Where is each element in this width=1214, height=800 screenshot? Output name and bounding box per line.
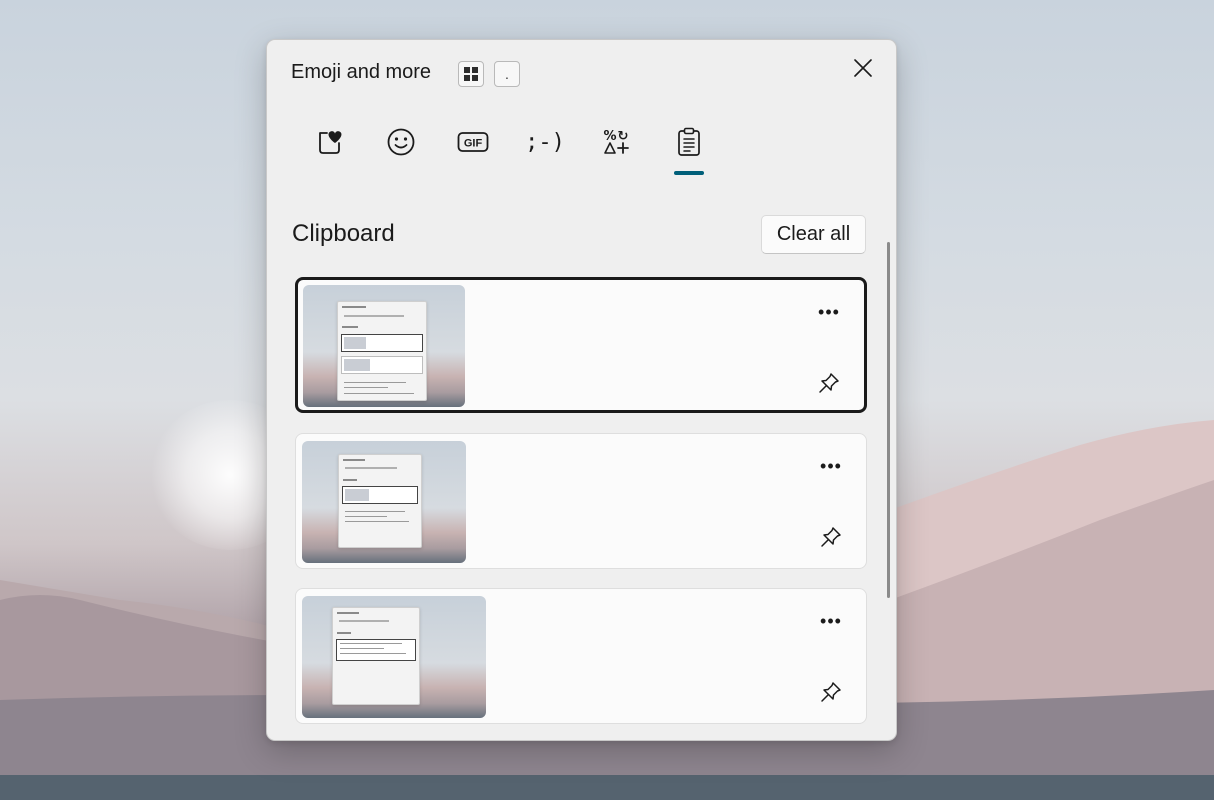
clipboard-item[interactable]: ••• bbox=[295, 277, 867, 413]
pin-icon bbox=[821, 527, 841, 547]
kaomoji-icon: ;-) bbox=[525, 129, 565, 155]
clipboard-item[interactable]: ••• bbox=[295, 433, 867, 569]
symbols-icon: % ↻ bbox=[603, 129, 629, 154]
clipboard-item[interactable]: ••• bbox=[295, 588, 867, 724]
clear-all-button[interactable]: Clear all bbox=[761, 215, 866, 254]
more-options-button[interactable]: ••• bbox=[816, 454, 846, 478]
emoji-panel: Emoji and more . GIF ;-) % ↻ Clipboard C… bbox=[266, 39, 897, 741]
clipboard-title: Clipboard bbox=[292, 220, 395, 247]
svg-text:↻: ↻ bbox=[618, 129, 629, 144]
pin-button[interactable] bbox=[816, 522, 846, 552]
smiley-icon bbox=[387, 128, 415, 156]
clipboard-item-thumbnail bbox=[303, 285, 465, 407]
tab-favorites[interactable] bbox=[303, 118, 355, 166]
scrollbar-thumb[interactable] bbox=[887, 242, 890, 598]
close-button[interactable] bbox=[847, 52, 879, 84]
tab-symbols[interactable]: % ↻ bbox=[591, 118, 643, 166]
more-options-button[interactable]: ••• bbox=[816, 609, 846, 633]
period-key-hint: . bbox=[494, 61, 520, 87]
clipboard-item-thumbnail bbox=[302, 441, 466, 563]
close-icon bbox=[854, 59, 872, 77]
clipboard-list: ••• ••• ••• bbox=[267, 268, 896, 740]
svg-text:%: % bbox=[603, 129, 616, 144]
gif-label: GIF bbox=[464, 138, 483, 150]
pin-button[interactable] bbox=[816, 677, 846, 707]
more-options-button[interactable]: ••• bbox=[814, 300, 844, 324]
pin-icon bbox=[819, 373, 839, 393]
windows-logo-icon bbox=[464, 67, 478, 81]
tab-emoji[interactable] bbox=[375, 118, 427, 166]
tab-gif[interactable]: GIF bbox=[447, 118, 499, 166]
tab-clipboard[interactable] bbox=[663, 118, 715, 166]
windows-key-hint bbox=[458, 61, 484, 87]
active-tab-indicator bbox=[674, 171, 704, 175]
panel-title: Emoji and more bbox=[291, 61, 432, 83]
pin-icon bbox=[821, 682, 841, 702]
gif-icon: GIF bbox=[457, 132, 489, 152]
heart-sticker-icon bbox=[319, 131, 342, 154]
clipboard-item-thumbnail bbox=[302, 596, 486, 718]
tab-kaomoji[interactable]: ;-) bbox=[519, 118, 571, 166]
clipboard-icon bbox=[678, 127, 700, 156]
pin-button[interactable] bbox=[814, 368, 844, 398]
